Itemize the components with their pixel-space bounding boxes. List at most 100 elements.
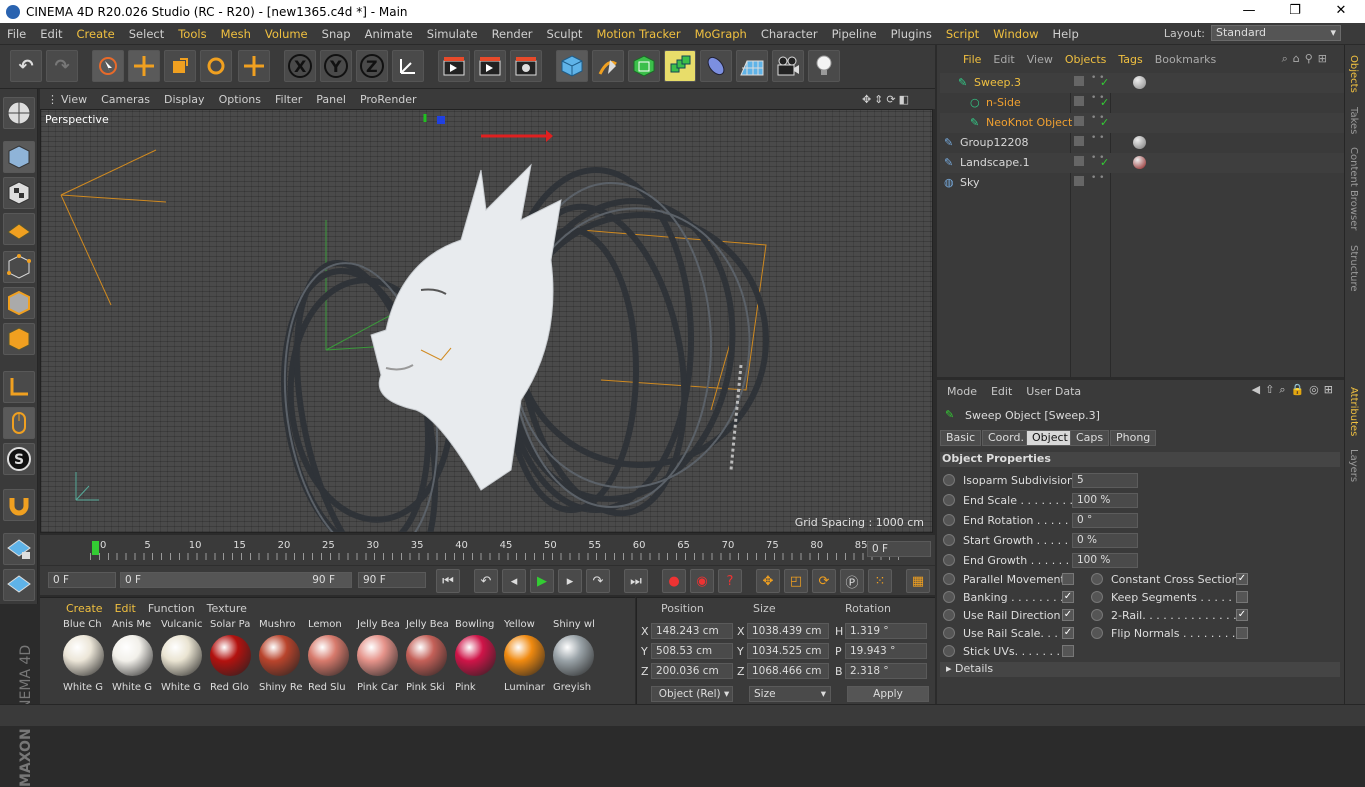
viewport-menu-view[interactable]: View xyxy=(54,93,94,106)
rotate-tool[interactable] xyxy=(200,50,232,82)
points-mode-button[interactable] xyxy=(3,251,35,283)
render-picture-viewer-button[interactable] xyxy=(474,50,506,82)
tab-takes[interactable]: Takes xyxy=(1348,107,1359,134)
magnet-button[interactable] xyxy=(3,489,35,521)
preview-range-slider[interactable]: 0 F 90 F xyxy=(120,572,352,588)
position-field[interactable]: 148.243 cm xyxy=(651,623,733,639)
tab-attributes[interactable]: Attributes xyxy=(1348,387,1359,436)
make-editable-button[interactable] xyxy=(3,97,35,129)
objects-menu-file[interactable]: File xyxy=(957,53,987,66)
material-swatch[interactable]: Anis Me White G xyxy=(109,619,156,697)
current-frame-field[interactable]: 0 F xyxy=(867,541,931,557)
visibility-toggle[interactable] xyxy=(1074,136,1084,146)
deformer-button[interactable] xyxy=(700,50,732,82)
material-menu-create[interactable]: Create xyxy=(60,602,109,615)
record-parameter-button[interactable]: Ⓟ xyxy=(840,569,864,593)
viewport-menu-prorender[interactable]: ProRender xyxy=(353,93,424,106)
close-button[interactable]: ✕ xyxy=(1318,0,1364,23)
rotation-field[interactable]: 1.319 ° xyxy=(845,623,927,639)
floor-button[interactable] xyxy=(736,50,768,82)
material-swatch[interactable]: Bowling Pink xyxy=(452,619,499,697)
object-row[interactable]: ✎ NeoKnot Object • • ✓ xyxy=(940,113,1344,133)
material-swatch[interactable]: Mushro Shiny Re xyxy=(256,619,303,697)
record-rotation-button[interactable]: ⟳ xyxy=(812,569,836,593)
menu-help[interactable]: Help xyxy=(1046,27,1086,41)
material-swatch[interactable]: Yellow Luminar xyxy=(501,619,548,697)
material-tag-icon[interactable] xyxy=(1133,136,1146,149)
tab-content-browser[interactable]: Content Browser xyxy=(1348,147,1359,230)
scale-tool[interactable] xyxy=(164,50,196,82)
recent-tool[interactable] xyxy=(238,50,270,82)
maximize-button[interactable]: ❐ xyxy=(1272,0,1318,23)
menu-character[interactable]: Character xyxy=(754,27,825,41)
size-field[interactable]: 1038.439 cm xyxy=(747,623,829,639)
objects-menu-edit[interactable]: Edit xyxy=(987,53,1020,66)
snapping-button[interactable]: S xyxy=(3,443,35,475)
menu-script[interactable]: Script xyxy=(939,27,986,41)
menu-create[interactable]: Create xyxy=(70,27,122,41)
timeline-ruler[interactable]: 051015202530354045505560657075808590 0 F xyxy=(40,535,935,565)
checkbox[interactable] xyxy=(1062,573,1074,585)
layout-dropdown[interactable]: Standard ▾ xyxy=(1211,25,1341,41)
animation-radio[interactable] xyxy=(1091,627,1103,639)
next-frame-button[interactable]: ▸ xyxy=(558,569,582,593)
checkbox[interactable]: ✓ xyxy=(1236,609,1248,621)
render-settings-button[interactable] xyxy=(510,50,542,82)
enabled-check[interactable]: ✓ xyxy=(1100,116,1109,129)
edges-mode-button[interactable] xyxy=(3,287,35,319)
rotation-field[interactable]: 19.943 ° xyxy=(845,643,927,659)
workplane-lock-button[interactable] xyxy=(3,533,35,565)
navigation-icons[interactable]: ◀⇧⌕🔒◎⊞ xyxy=(1252,383,1338,397)
material-menu-function[interactable]: Function xyxy=(142,602,201,615)
end-frame-field[interactable]: 90 F xyxy=(358,572,426,588)
menu-simulate[interactable]: Simulate xyxy=(420,27,485,41)
object-row[interactable]: ○ n-Side • • ✓ xyxy=(940,93,1344,113)
object-row[interactable]: ◍ Sky • • xyxy=(940,173,1344,193)
menu-tools[interactable]: Tools xyxy=(171,27,213,41)
objects-menu-view[interactable]: View xyxy=(1021,53,1059,66)
start-frame-field[interactable]: 0 F xyxy=(48,572,116,588)
animation-radio[interactable] xyxy=(1091,591,1103,603)
attribute-tab-phong[interactable]: Phong xyxy=(1110,430,1157,446)
attribute-tab-coord[interactable]: Coord. xyxy=(982,430,1030,446)
enabled-check[interactable]: ✓ xyxy=(1100,96,1109,109)
attribute-tab-caps[interactable]: Caps xyxy=(1070,430,1110,446)
animation-radio[interactable] xyxy=(943,514,955,526)
enabled-check[interactable]: ✓ xyxy=(1100,76,1109,89)
camera-button[interactable] xyxy=(772,50,804,82)
visibility-toggle[interactable] xyxy=(1074,176,1084,186)
menu-motion-tracker[interactable]: Motion Tracker xyxy=(589,27,687,41)
tab-layers[interactable]: Layers xyxy=(1348,449,1359,482)
z-axis-lock[interactable]: Z xyxy=(356,50,388,82)
property-value-field[interactable]: 100 % xyxy=(1072,493,1138,508)
animation-radio[interactable] xyxy=(1091,609,1103,621)
attributes-menu-userdata[interactable]: User Data xyxy=(1026,385,1081,398)
rotation-field[interactable]: 2.318 ° xyxy=(845,663,927,679)
workplane-grid-button[interactable] xyxy=(3,569,35,601)
frame-ruler[interactable]: 051015202530354045505560657075808590 xyxy=(90,537,912,561)
details-section[interactable]: ▸ Details xyxy=(940,662,1340,677)
apply-button[interactable]: Apply xyxy=(847,686,929,702)
axis-mode-button[interactable] xyxy=(3,371,35,403)
move-tool[interactable] xyxy=(128,50,160,82)
animation-radio[interactable] xyxy=(943,645,955,657)
checkbox[interactable] xyxy=(1236,627,1248,639)
animation-radio[interactable] xyxy=(943,627,955,639)
property-value-field[interactable]: 0 % xyxy=(1072,533,1138,548)
property-value-field[interactable]: 0 ° xyxy=(1072,513,1138,528)
perspective-viewport[interactable]: Perspective Grid Spacing: 1000 cm xyxy=(40,109,933,533)
play-forward-button[interactable]: ▶ xyxy=(530,569,554,593)
tab-structure[interactable]: Structure xyxy=(1348,245,1359,292)
material-menu-edit[interactable]: Edit xyxy=(109,602,142,615)
menu-mesh[interactable]: Mesh xyxy=(214,27,258,41)
search-icon[interactable]: ⌕⌂⚲⊞ xyxy=(1276,52,1338,66)
menu-mograph[interactable]: MoGraph xyxy=(688,27,754,41)
attribute-tab-basic[interactable]: Basic xyxy=(940,430,982,446)
material-tag-icon[interactable] xyxy=(1133,156,1146,169)
record-scale-button[interactable]: ◰ xyxy=(784,569,808,593)
minimize-button[interactable]: — xyxy=(1226,0,1272,23)
viewport-menu-options[interactable]: Options xyxy=(212,93,268,106)
position-field[interactable]: 200.036 cm xyxy=(651,663,733,679)
cube-primitive-button[interactable] xyxy=(556,50,588,82)
menu-select[interactable]: Select xyxy=(122,27,171,41)
